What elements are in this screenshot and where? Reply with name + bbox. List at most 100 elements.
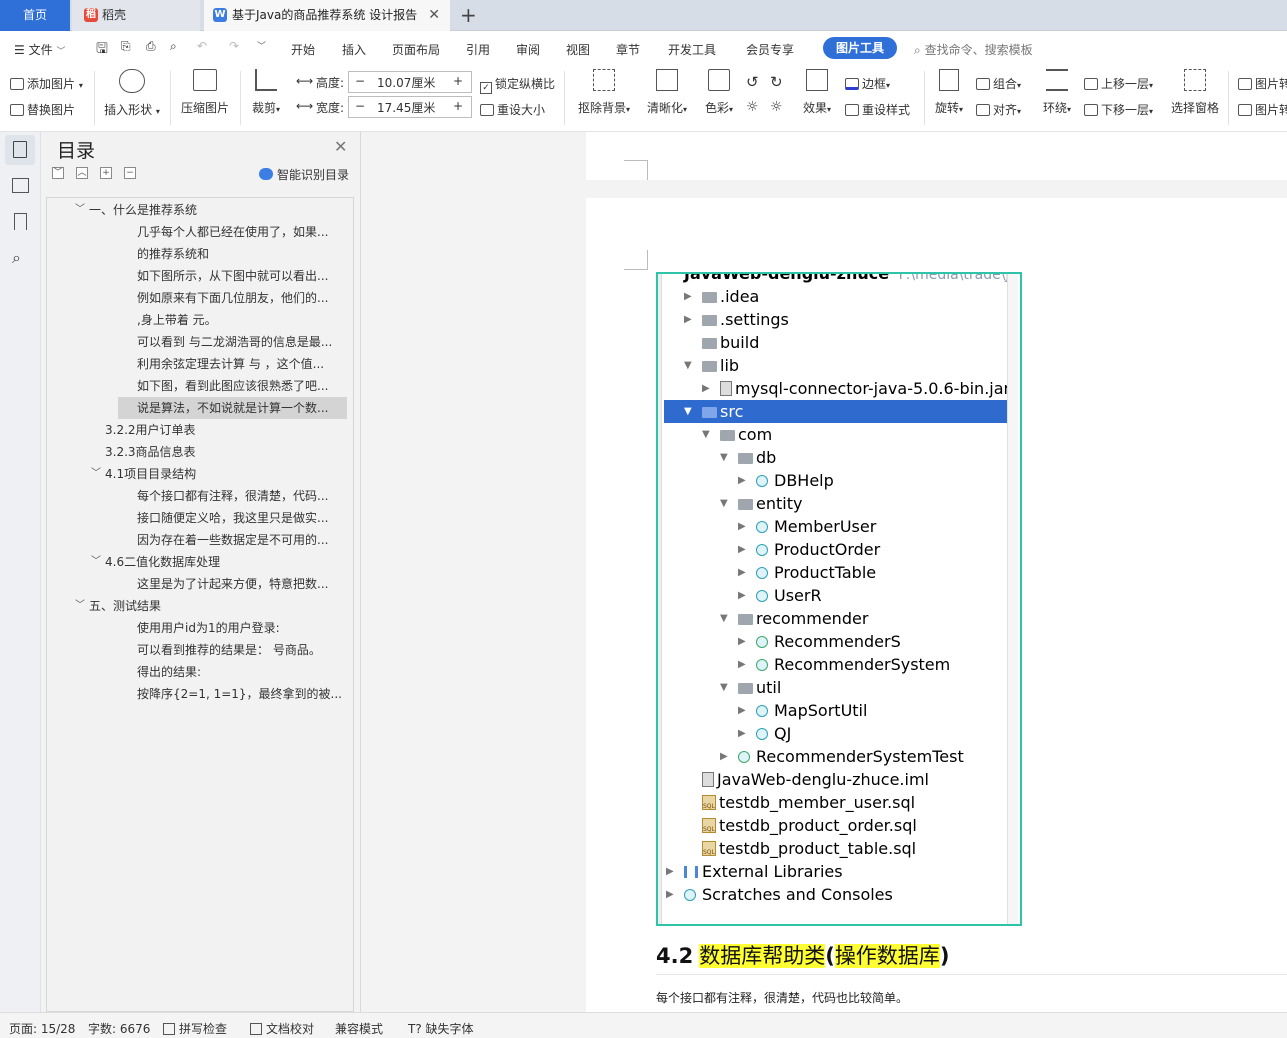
save-icon[interactable]: 🖫 (96, 38, 108, 62)
menu-chapter[interactable]: 章节 (616, 41, 640, 58)
expand-right-icon[interactable]: ▶ (684, 285, 692, 308)
tree-node[interactable]: ▶ RecommenderSystemTest (720, 745, 964, 768)
new-tab-icon[interactable]: + (460, 3, 477, 27)
tree-node[interactable]: ▶ External Libraries (666, 860, 843, 883)
expand-right-icon[interactable]: ▶ (738, 469, 746, 492)
toc-item[interactable]: 接口随便定义哈，我这里只是做实... (47, 507, 347, 529)
width-increment[interactable]: + (453, 99, 463, 113)
replace-picture-button[interactable]: 替换图片 (10, 101, 75, 118)
chapter-nav-icon[interactable] (12, 178, 29, 193)
tree-node[interactable]: ▼ util (720, 676, 781, 699)
tree-node[interactable]: ▼ src (664, 400, 1012, 423)
file-menu[interactable]: ☰ 文件 ﹀ (14, 41, 65, 58)
project-tree-image[interactable]: JavaWeb-denglu-zhuce F:\media\trade\Java… (656, 272, 1022, 926)
toc-item[interactable]: 因为存在着一些数据定是不可用的... (47, 529, 347, 551)
effects-button[interactable]: 效果▾ (800, 69, 834, 116)
toc-item[interactable]: 3.2.2用户订单表 (47, 419, 347, 441)
remove-heading-icon[interactable]: − (124, 167, 136, 179)
expand-right-icon[interactable]: ▶ (666, 860, 674, 883)
compress-picture-button[interactable]: 压缩图片 (178, 69, 232, 116)
toc-item[interactable]: ﹀ 一、什么是推荐系统 (47, 199, 347, 221)
align-button[interactable]: 对齐▾ (976, 101, 1021, 118)
group-button[interactable]: 组合▾ (976, 75, 1021, 92)
reset-style-button[interactable]: 重设样式 (845, 101, 910, 118)
tree-node[interactable]: ▶ Scratches and Consoles (666, 883, 893, 906)
tree-node[interactable]: ▶ .idea (684, 285, 759, 308)
spell-check-button[interactable]: 拼写检查 (163, 1020, 227, 1037)
expand-down-icon[interactable]: ▼ (702, 423, 710, 446)
height-decrement[interactable]: − (355, 74, 365, 88)
toc-item[interactable]: ,身上带着 元。 (47, 309, 347, 331)
tree-node[interactable]: ▶ ProductOrder (738, 538, 880, 561)
print-icon[interactable]: ⎙ (146, 39, 156, 54)
print-preview-icon[interactable]: ⌕ (170, 39, 177, 54)
expand-down-icon[interactable]: ▼ (720, 676, 728, 699)
picture-convert-button[interactable]: 图片转 (1238, 75, 1287, 92)
sharpen-button[interactable]: 清晰化▾ (644, 69, 690, 116)
expand-right-icon[interactable]: ▶ (666, 883, 674, 906)
expand-down-icon[interactable]: ▼ (720, 492, 728, 515)
missing-font-button[interactable]: T? 缺失字体 (408, 1020, 474, 1037)
compat-mode[interactable]: 兼容模式 (335, 1020, 383, 1037)
height-spinner[interactable]: − 10.07厘米 + (348, 71, 472, 93)
toc-item[interactable]: 得出的结果: (47, 661, 347, 683)
chevron-down-icon[interactable]: ﹀ (91, 463, 101, 485)
send-backward-button[interactable]: 下移一层▾ (1084, 101, 1153, 118)
expand-right-icon[interactable]: ▶ (738, 699, 746, 722)
expand-right-icon[interactable]: ▶ (720, 745, 728, 768)
tree-node[interactable]: JavaWeb-denglu-zhuce.iml (702, 768, 929, 791)
proofread-button[interactable]: 文档校对 (250, 1020, 314, 1037)
tree-node[interactable]: ▼ lib (684, 354, 739, 377)
tree-node[interactable]: ▶ .settings (684, 308, 789, 331)
tab-document[interactable]: W 基于Java的商品推荐系统 设计报告 ✕ (204, 0, 450, 31)
toc-item[interactable]: ﹀ 五、测试结果 (47, 595, 347, 617)
menu-view[interactable]: 视图 (566, 41, 590, 58)
expand-down-icon[interactable]: ▼ (684, 354, 692, 377)
toc-item[interactable]: ﹀ 4.6二值化数据库处理 (47, 551, 347, 573)
tree-node[interactable]: SQL testdb_product_order.sql (702, 814, 917, 837)
tree-node[interactable]: ▶ RecommenderSystem (738, 653, 950, 676)
wrap-button[interactable]: 环绕▾ (1040, 69, 1074, 116)
lock-ratio-checkbox[interactable]: ✓ 锁定纵横比 (480, 75, 555, 94)
tab-daoke[interactable]: 稻 稻壳 (72, 0, 200, 31)
width-decrement[interactable]: − (355, 99, 365, 113)
close-icon[interactable]: ✕ (334, 137, 347, 156)
tree-node[interactable]: ▶ MemberUser (738, 515, 876, 538)
rotate-button[interactable]: 旋转▾ (932, 69, 966, 116)
toc-item[interactable]: ﹀ 4.1项目目录结构 (47, 463, 347, 485)
menu-start[interactable]: 开始 (291, 41, 315, 58)
bookmark-icon[interactable] (14, 213, 27, 230)
tree-node[interactable]: ▶ RecommenderS (738, 630, 901, 653)
width-spinner[interactable]: − 17.45厘米 + (348, 96, 472, 118)
brightness-icon[interactable]: ☼ (746, 99, 759, 115)
selection-pane-button[interactable]: 选择窗格 (1170, 69, 1220, 116)
add-heading-icon[interactable]: + (100, 167, 112, 179)
bring-forward-button[interactable]: 上移一层▾ (1084, 75, 1153, 92)
expand-right-icon[interactable]: ▶ (684, 308, 692, 331)
close-tab-icon[interactable]: ✕ (428, 0, 440, 31)
format-painter-icon[interactable]: ⎘ (121, 39, 131, 54)
rotate-left-icon[interactable]: ↺ (746, 73, 759, 91)
height-value[interactable]: 10.07厘米 (377, 74, 435, 91)
chevron-down-icon[interactable]: ﹀ (75, 199, 85, 221)
toc-item[interactable]: 这里是为了计起来方便，特意把数... (47, 573, 347, 595)
remove-background-button[interactable]: 抠除背景▾ (575, 69, 633, 116)
tree-node[interactable]: ▶ ProductTable (738, 561, 876, 584)
tree-node[interactable]: ▶ mysql-connector-java-5.0.6-bin.jar (702, 377, 1010, 400)
expand-right-icon[interactable]: ▶ (738, 538, 746, 561)
expand-right-icon[interactable]: ▶ (738, 653, 746, 676)
expand-right-icon[interactable]: ▶ (738, 561, 746, 584)
menu-insert[interactable]: 插入 (342, 41, 366, 58)
toc-item[interactable]: 可以看到推荐的结果是： 号商品。 (47, 639, 347, 661)
scrollbar[interactable] (1007, 274, 1018, 924)
chevron-down-icon[interactable]: ﹀ (75, 595, 85, 617)
chevron-down-icon[interactable]: ﹀ (91, 551, 101, 573)
expand-right-icon[interactable]: ▶ (738, 584, 746, 607)
tree-node[interactable]: ▶ QJ (738, 722, 791, 745)
width-value[interactable]: 17.45厘米 (377, 99, 435, 116)
picture-convert-button-2[interactable]: 图片转 (1238, 101, 1287, 118)
menu-page-layout[interactable]: 页面布局 (392, 41, 440, 58)
tree-node[interactable]: SQL testdb_product_table.sql (702, 837, 916, 860)
tree-node[interactable]: ▶ UserR (738, 584, 822, 607)
tree-node[interactable]: ▼ recommender (720, 607, 868, 630)
